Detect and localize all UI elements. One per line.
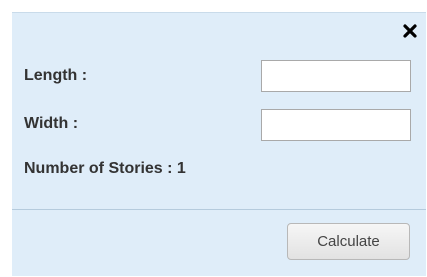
top-strip <box>0 0 427 12</box>
calculate-button[interactable]: Calculate <box>287 223 410 260</box>
divider <box>12 209 426 210</box>
length-label: Length : <box>24 67 88 84</box>
calculator-dialog: Length : Width : Number of Stories : 1 C… <box>12 12 426 276</box>
width-input[interactable] <box>261 109 411 141</box>
stories-text: Number of Stories : 1 <box>24 160 186 177</box>
close-icon[interactable] <box>402 23 418 39</box>
length-input[interactable] <box>261 60 411 92</box>
width-label: Width : <box>24 115 79 132</box>
